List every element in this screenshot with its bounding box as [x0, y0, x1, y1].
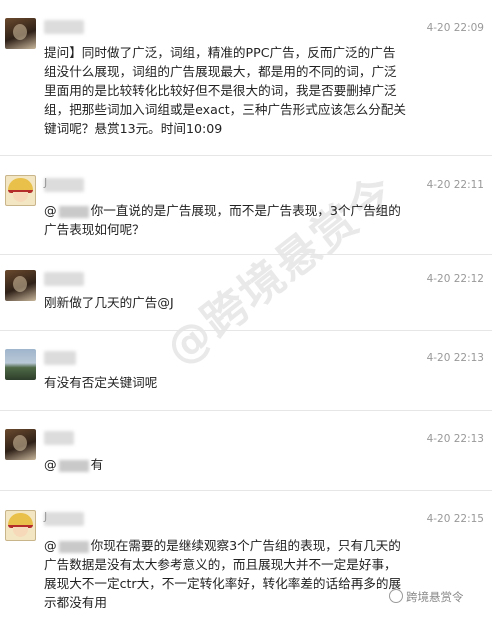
chat-message: J 4-20 22:11 @ 你一直说的是广告展现，而不是广告表现，3个广告组的 … [0, 160, 492, 250]
chat-message: 4-20 22:09 提问】同时做了广泛，词组，精准的PPC广告，反而广泛的广告… [0, 0, 492, 147]
chat-message: 4-20 22:13 @ 有 [0, 414, 492, 484]
message-body: @ 你一直说的是广告展现，而不是广告表现，3个广告组的 广告表现如何呢？ [44, 201, 486, 239]
message-line: 键词呢？悬赏13元。时间10:09 [44, 121, 223, 136]
mention[interactable]: @ [44, 203, 57, 218]
sender-name-redacted [44, 272, 84, 286]
message-divider [0, 410, 492, 411]
sender-name-redacted [44, 178, 84, 192]
message-divider [0, 254, 492, 255]
message-line: 组，把那些词加入词组或是exact，三种广告形式应该怎么分配关 [44, 102, 406, 117]
message-divider [0, 490, 492, 491]
message-line: 里面用的是比较转化比较好但不是很大的词，我是否要删掉广泛 [44, 83, 397, 98]
message-line-text: 你现在需要的是继续观察3个广告组的表现，只有几天的 [90, 538, 401, 553]
avatar[interactable] [5, 270, 36, 301]
chat-message: 4-20 22:12 刚新做了几天的广告@J [0, 258, 492, 328]
message-time: 4-20 22:09 [426, 22, 484, 34]
message-line: @ 你现在需要的是继续观察3个广告组的表现，只有几天的 [44, 536, 486, 555]
message-body: @ 有 [44, 455, 486, 474]
message-line: 广告表现如何呢？ [44, 222, 145, 237]
message-line: @ 你一直说的是广告展现，而不是广告表现，3个广告组的 [44, 201, 486, 220]
mention-redacted [58, 205, 89, 218]
message-line: 广告数据是没有太大参考意义的，而且展现大并不一定是好事， [44, 557, 397, 572]
sender-name-initial: J [44, 510, 48, 523]
message-line: @ 有 [44, 455, 486, 474]
message-time: 4-20 22:12 [426, 273, 484, 285]
mention-redacted [58, 540, 89, 553]
message-time: 4-20 22:15 [426, 513, 484, 525]
message-divider [0, 155, 492, 156]
message-line: 组没什么展现，词组的广告展现最大，都是用的不同的词，广泛 [44, 64, 397, 79]
mention[interactable]: @ [44, 457, 57, 472]
watermark-corner-text: 跨境悬赏令 [406, 590, 464, 604]
message-line: 提问】同时做了广泛，词组，精准的PPC广告，反而广泛的广告 [44, 45, 396, 60]
mention-redacted [58, 459, 89, 472]
avatar[interactable] [5, 510, 36, 541]
sender-name-redacted [44, 20, 84, 34]
message-line-text: 你一直说的是广告展现，而不是广告表现，3个广告组的 [90, 203, 401, 218]
avatar[interactable] [5, 429, 36, 460]
message-time: 4-20 22:13 [426, 352, 484, 364]
message-line: 刚新做了几天的广告@J [44, 295, 174, 310]
message-time: 4-20 22:13 [426, 433, 484, 445]
watermark-logo-icon [389, 589, 403, 603]
avatar[interactable] [5, 18, 36, 49]
message-time: 4-20 22:11 [426, 179, 484, 191]
mention[interactable]: @ [44, 538, 57, 553]
message-line: 有没有否定关键词呢 [44, 375, 158, 390]
message-line-text: 有 [90, 457, 104, 472]
message-body: 提问】同时做了广泛，词组，精准的PPC广告，反而广泛的广告 组没什么展现，词组的… [44, 43, 486, 138]
sender-name-redacted [44, 431, 74, 445]
message-divider [0, 330, 492, 331]
message-body: 刚新做了几天的广告@J [44, 293, 486, 312]
sender-name-initial: J [44, 176, 48, 189]
sender-name-redacted [44, 351, 76, 365]
avatar[interactable] [5, 175, 36, 206]
message-body: 有没有否定关键词呢 [44, 373, 486, 392]
sender-name-redacted [44, 512, 84, 526]
chat-message: 4-20 22:13 有没有否定关键词呢 [0, 334, 492, 404]
avatar[interactable] [5, 349, 36, 380]
